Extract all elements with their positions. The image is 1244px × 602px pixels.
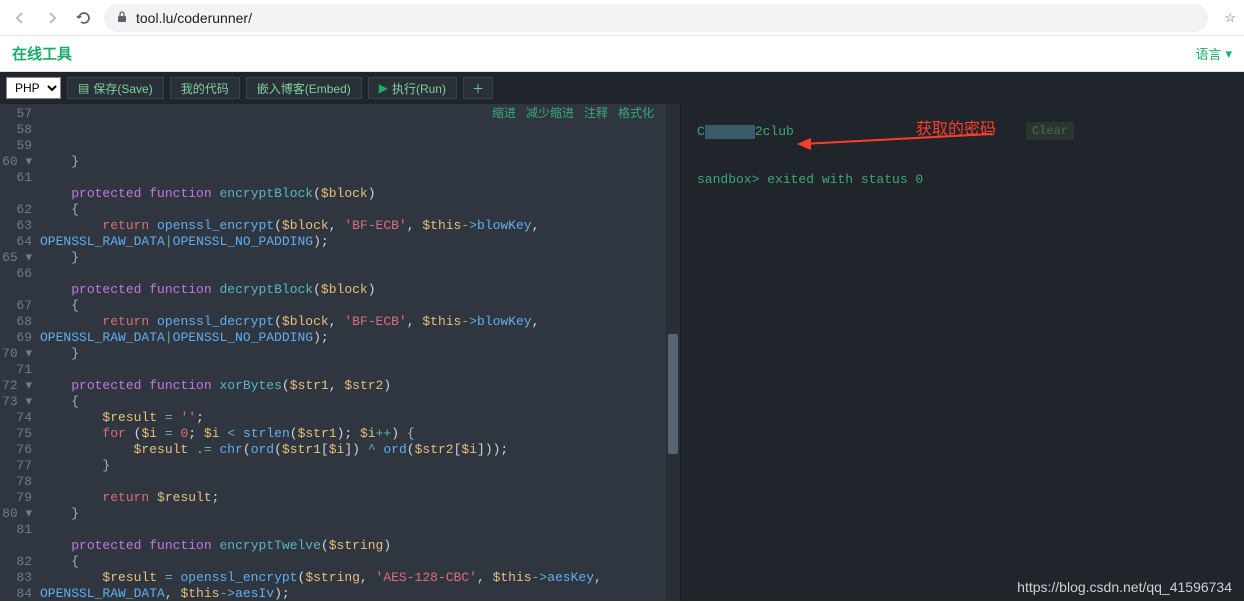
code-line <box>40 266 666 282</box>
line-number: 63 <box>0 218 32 234</box>
line-number: 70 ▾ <box>0 346 32 362</box>
line-number: 71 <box>0 362 32 378</box>
code-line: protected function encryptBlock($block) <box>40 186 666 202</box>
code-hints: 缩进 减少缩进 注释 格式化 <box>492 106 654 122</box>
code-line: } <box>40 250 666 266</box>
code-line: $result = ''; <box>40 410 666 426</box>
line-number <box>0 538 32 554</box>
format-hint[interactable]: 格式化 <box>618 106 654 122</box>
code-line: OPENSSL_RAW_DATA, $this->aesIv); <box>40 586 666 601</box>
bookmark-star-icon[interactable]: ☆ <box>1224 10 1236 26</box>
line-number: 81 <box>0 522 32 538</box>
code-line: return $result; <box>40 490 666 506</box>
line-number: 66 <box>0 266 32 282</box>
code-line: { <box>40 554 666 570</box>
line-number: 59 <box>0 138 32 154</box>
redacted-block: xxxxxx <box>705 125 755 139</box>
language-select[interactable]: PHP <box>6 77 61 99</box>
language-dropdown[interactable]: 语言 ▾ <box>1195 44 1232 63</box>
add-button[interactable]: ＋ <box>463 77 493 99</box>
line-number: 61 <box>0 170 32 186</box>
line-number: 82 <box>0 554 32 570</box>
line-number <box>0 186 32 202</box>
line-number: 77 <box>0 458 32 474</box>
toolbar: PHP ▤ 保存(Save) 我的代码 嵌入博客(Embed) ▶ 执行(Run… <box>0 72 1244 104</box>
code-line: } <box>40 506 666 522</box>
line-number <box>0 282 32 298</box>
line-number: 79 <box>0 490 32 506</box>
output-line-2: sandbox> exited with status 0 <box>697 172 1228 188</box>
line-number: 60 ▾ <box>0 154 32 170</box>
comment-hint[interactable]: 注释 <box>584 106 608 122</box>
line-number: 84 <box>0 586 32 602</box>
code-line: return openssl_encrypt($block, 'BF-ECB',… <box>40 218 666 234</box>
code-line: protected function xorBytes($str1, $str2… <box>40 378 666 394</box>
code-line: protected function decryptBlock($block) <box>40 282 666 298</box>
line-number: 83 <box>0 570 32 586</box>
line-number: 62 <box>0 202 32 218</box>
line-number: 67 <box>0 298 32 314</box>
lock-icon <box>116 10 128 26</box>
line-number: 75 <box>0 426 32 442</box>
code-line <box>40 522 666 538</box>
clear-button[interactable]: Clear <box>1026 122 1074 140</box>
plus-icon: ＋ <box>472 80 484 97</box>
watermark: https://blog.csdn.net/qq_41596734 <box>1017 579 1232 595</box>
line-number: 72 ▾ <box>0 378 32 394</box>
url-text: tool.lu/coderunner/ <box>136 10 252 26</box>
browser-chrome: tool.lu/coderunner/ ☆ <box>0 0 1244 36</box>
code-line: { <box>40 394 666 410</box>
code-line: { <box>40 298 666 314</box>
line-number: 78 <box>0 474 32 490</box>
line-number: 57 <box>0 106 32 122</box>
editor-pane: 57585960 ▾61 62636465 ▾66 67686970 ▾7172 ▾… <box>0 104 680 601</box>
code-line: for ($i = 0; $i < strlen($str1); $i++) { <box>40 426 666 442</box>
site-header: 在线工具 语言 ▾ <box>0 36 1244 72</box>
output-pane: Cxxxxxx2club sandbox> exited with status… <box>680 104 1244 601</box>
code-line: } <box>40 346 666 362</box>
url-bar[interactable]: tool.lu/coderunner/ <box>104 4 1208 32</box>
play-icon: ▶ <box>379 81 388 95</box>
editor-scrollbar[interactable] <box>666 104 680 601</box>
chevron-down-icon: ▾ <box>1225 46 1232 62</box>
line-number: 68 <box>0 314 32 330</box>
code-line: $result = openssl_encrypt($string, 'AES-… <box>40 570 666 586</box>
code-line: protected function encryptTwelve($string… <box>40 538 666 554</box>
line-number: 64 <box>0 234 32 250</box>
line-number: 73 ▾ <box>0 394 32 410</box>
code-line: return openssl_decrypt($block, 'BF-ECB',… <box>40 314 666 330</box>
line-number: 65 ▾ <box>0 250 32 266</box>
code-line: OPENSSL_RAW_DATA|OPENSSL_NO_PADDING); <box>40 234 666 250</box>
line-number: 80 ▾ <box>0 506 32 522</box>
line-number: 74 <box>0 410 32 426</box>
code-area[interactable]: 缩进 减少缩进 注释 格式化 } protected function encr… <box>40 104 666 601</box>
code-line: } <box>40 154 666 170</box>
line-number: 69 <box>0 330 32 346</box>
line-number: 58 <box>0 122 32 138</box>
back-button[interactable] <box>8 6 32 30</box>
forward-button[interactable] <box>40 6 64 30</box>
save-icon: ▤ <box>78 81 89 95</box>
arrow-annotation <box>797 130 997 160</box>
line-gutter: 57585960 ▾61 62636465 ▾66 67686970 ▾7172 ▾… <box>0 104 40 601</box>
code-line: { <box>40 202 666 218</box>
code-line <box>40 474 666 490</box>
code-line: } <box>40 458 666 474</box>
mycode-button[interactable]: 我的代码 <box>170 77 240 99</box>
embed-button[interactable]: 嵌入博客(Embed) <box>246 77 362 99</box>
code-line: $result .= chr(ord($str1[$i]) ^ ord($str… <box>40 442 666 458</box>
dedent-hint[interactable]: 减少缩进 <box>526 106 574 122</box>
main-area: 57585960 ▾61 62636465 ▾66 67686970 ▾7172 ▾… <box>0 104 1244 601</box>
run-button[interactable]: ▶ 执行(Run) <box>368 77 457 99</box>
site-title: 在线工具 <box>12 43 72 64</box>
code-line: OPENSSL_RAW_DATA|OPENSSL_NO_PADDING); <box>40 330 666 346</box>
reload-button[interactable] <box>72 6 96 30</box>
indent-hint[interactable]: 缩进 <box>492 106 516 122</box>
save-button[interactable]: ▤ 保存(Save) <box>67 77 164 99</box>
code-line <box>40 362 666 378</box>
line-number: 76 <box>0 442 32 458</box>
scroll-thumb[interactable] <box>668 334 678 454</box>
code-line <box>40 170 666 186</box>
